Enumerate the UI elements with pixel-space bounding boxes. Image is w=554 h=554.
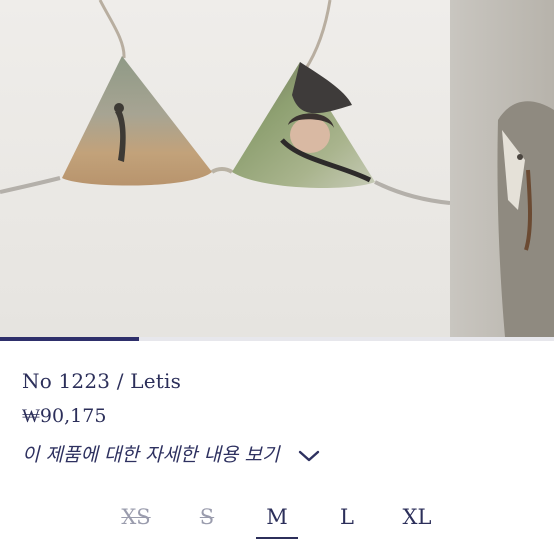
size-option-xl[interactable]: XL — [398, 505, 436, 529]
gallery-progress-indicator — [0, 337, 139, 341]
size-option-xs[interactable]: XS — [118, 505, 154, 529]
size-selector: XS S M L XL — [0, 500, 554, 554]
product-image-next[interactable] — [450, 0, 554, 337]
size-option-s[interactable]: S — [196, 505, 218, 529]
product-image-bikini-top[interactable] — [0, 0, 451, 337]
next-image-preview — [497, 101, 554, 337]
product-details-label: 이 제품에 대한 자세한 내용 보기 — [22, 443, 280, 466]
selected-size-underline — [256, 537, 298, 539]
product-title: No 1223 / Letis — [22, 369, 182, 393]
gallery-progress-track — [0, 337, 554, 341]
chevron-down-icon[interactable] — [297, 448, 321, 464]
size-option-m[interactable]: M — [263, 505, 291, 529]
bikini-top-illustration — [0, 0, 451, 205]
size-option-l[interactable]: L — [336, 505, 358, 529]
product-details-toggle[interactable]: 이 제품에 대한 자세한 내용 보기 — [22, 438, 321, 468]
product-image-gallery[interactable] — [0, 0, 554, 337]
product-price: ₩90,175 — [22, 405, 107, 427]
